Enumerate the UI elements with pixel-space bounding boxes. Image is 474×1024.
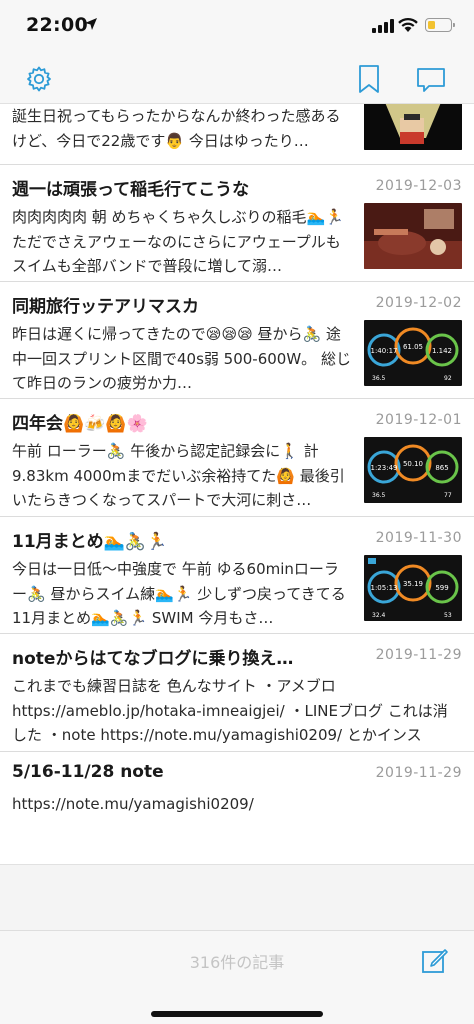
gear-icon[interactable] xyxy=(24,64,54,94)
entry-item[interactable]: 5/16-11/28 note 2019-11-29 https://note.… xyxy=(0,752,474,864)
entry-title: 同期旅行ッテアリマスカ xyxy=(12,297,199,317)
entry-excerpt: 今日は一日低〜中強度で 午前 ゆる60minローラー🚴 昼からスイム練🏊🏃 少し… xyxy=(12,560,346,627)
watch-distance: 61.05 xyxy=(403,343,423,351)
entry-item[interactable]: 週一は頑張って稲毛行てこうな 2019-12-03 肉肉肉肉肉 朝 めちゃくちゃ… xyxy=(0,165,474,282)
watch-metric: 36.5 xyxy=(372,492,386,499)
entry-title: 5/16-11/28 note xyxy=(12,762,164,782)
status-bar: 22:00 xyxy=(0,0,474,56)
cellular-signal-icon xyxy=(372,19,394,33)
entry-excerpt: これまでも練習日誌を 色んなサイト ・アメブロ https://ameblo.j… xyxy=(12,677,448,744)
comment-icon[interactable] xyxy=(416,64,446,94)
home-indicator[interactable] xyxy=(151,1011,323,1017)
entry-title: 11月まとめ🏊🚴🏃 xyxy=(12,532,168,552)
bookmark-icon[interactable] xyxy=(354,64,384,94)
entry-thumbnail: 1:40:17 61.05 1.142 36.5 92 xyxy=(364,320,462,386)
entry-count-label: 316件の記事 xyxy=(189,953,285,972)
watch-time: 1:40:17 xyxy=(371,347,398,355)
watch-calories: 865 xyxy=(435,464,448,472)
watch-time: 1:05:13 xyxy=(371,584,398,592)
location-arrow-icon xyxy=(85,18,97,30)
entry-thumbnail xyxy=(364,104,462,150)
wifi-icon xyxy=(398,17,418,32)
entry-date: 2019-11-30 xyxy=(375,530,462,546)
entry-item[interactable]: 同期旅行ッテアリマスカ 2019-12-02 昨日は遅くに帰ってきたので😪😪😪 … xyxy=(0,282,474,399)
watch-calories: 1.142 xyxy=(432,347,452,355)
entry-thumbnail xyxy=(364,203,462,269)
entry-item[interactable]: 誕生日祝ってもらったからなんか終わった感あるけど、今日で22歳です👨 今日はゆっ… xyxy=(0,104,474,165)
entry-excerpt: 昨日は遅くに帰ってきたので😪😪😪 昼から🚴 途中一回スプリント区間で40s弱 5… xyxy=(12,325,351,392)
entry-excerpt: 肉肉肉肉肉 朝 めちゃくちゃ久しぶりの稲毛🏊🏃 ただでさえアウェーなのにさらにア… xyxy=(12,208,344,275)
entry-item[interactable]: 四年会🙆🍻🙆🌸 2019-12-01 午前 ローラー🚴 午後から認定記録会に🚶 … xyxy=(0,399,474,517)
watch-metric: 77 xyxy=(444,492,452,499)
entry-excerpt: https://note.mu/yamagishi0209/ xyxy=(12,795,254,813)
entry-date: 2019-11-29 xyxy=(375,765,462,781)
entry-title: noteからはてなブログに乗り換え… xyxy=(12,649,294,669)
watch-metric: 92 xyxy=(444,375,452,382)
entry-thumbnail: 1:05:13 35.19 599 32.4 53 xyxy=(364,555,462,621)
watch-metric: 53 xyxy=(444,612,452,619)
nav-bar xyxy=(0,56,474,104)
entry-list: 誕生日祝ってもらったからなんか終わった感あるけど、今日で22歳です👨 今日はゆっ… xyxy=(0,104,474,864)
watch-metric: 36.5 xyxy=(372,375,386,382)
watch-calories: 599 xyxy=(435,584,448,592)
list-footer xyxy=(0,864,474,930)
status-time: 22:00 xyxy=(26,14,88,36)
entry-excerpt: 午前 ローラー🚴 午後から認定記録会に🚶 計9.83km 4000mまでだいぶ余… xyxy=(12,442,345,509)
watch-metric: 32.4 xyxy=(372,612,386,619)
watch-time: 1:23:49 xyxy=(371,464,398,472)
entry-date: 2019-12-02 xyxy=(375,295,462,311)
entry-thumbnail: 1:23:49 50.10 865 36.5 77 xyxy=(364,437,462,503)
battery-icon xyxy=(425,18,455,32)
compose-icon[interactable] xyxy=(421,946,449,974)
entry-date: 2019-11-29 xyxy=(375,647,462,663)
entry-title: 週一は頑張って稲毛行てこうな xyxy=(12,180,250,200)
watch-distance: 50.10 xyxy=(403,460,423,468)
entry-date: 2019-12-01 xyxy=(375,412,462,428)
entry-date: 2019-12-03 xyxy=(375,178,462,194)
watch-distance: 35.19 xyxy=(403,580,423,588)
bottom-toolbar: 316件の記事 xyxy=(0,930,474,1024)
entry-item[interactable]: noteからはてなブログに乗り換え… 2019-11-29 これまでも練習日誌を… xyxy=(0,634,474,752)
entry-excerpt: 誕生日祝ってもらったからなんか終わった感あるけど、今日で22歳です👨 今日はゆっ… xyxy=(12,107,341,150)
entry-item[interactable]: 11月まとめ🏊🚴🏃 2019-11-30 今日は一日低〜中強度で 午前 ゆる60… xyxy=(0,517,474,634)
entry-title: 四年会🙆🍻🙆🌸 xyxy=(12,414,148,434)
